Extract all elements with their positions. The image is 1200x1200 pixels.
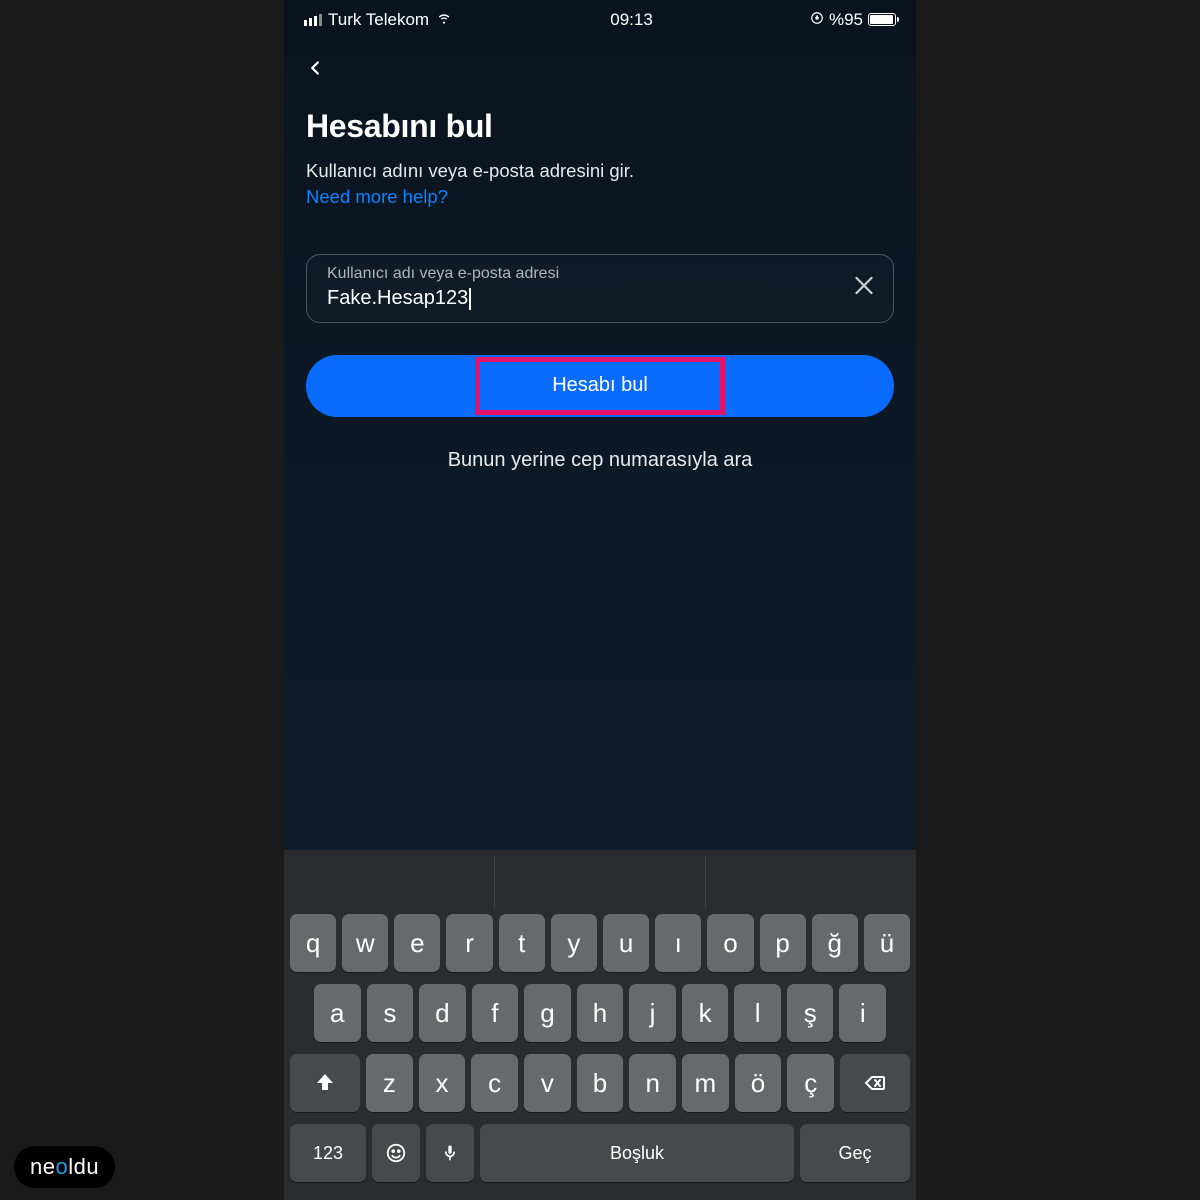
key-t[interactable]: t [499,914,545,972]
clock-label: 09:13 [610,10,653,30]
key-u[interactable]: u [603,914,649,972]
key-n[interactable]: n [629,1054,676,1112]
wifi-icon [435,8,453,31]
key-g[interactable]: g [524,984,571,1042]
input-value: Fake.Hesap123 [327,287,471,310]
back-button[interactable] [304,66,326,83]
key-l[interactable]: l [734,984,781,1042]
keyboard-suggestions[interactable] [284,856,916,908]
key-ı[interactable]: ı [655,914,701,972]
shift-key[interactable] [290,1054,360,1112]
key-w[interactable]: w [342,914,388,972]
key-r[interactable]: r [446,914,492,972]
key-d[interactable]: d [419,984,466,1042]
page-title: Hesabını bul [306,108,894,145]
status-bar: Turk Telekom 09:13 %95 [284,0,916,35]
find-account-button[interactable]: Hesabı bul [306,355,894,417]
carrier-label: Turk Telekom [328,10,429,30]
key-b[interactable]: b [577,1054,624,1112]
key-e[interactable]: e [394,914,440,972]
return-key[interactable]: Geç [800,1124,910,1182]
backspace-key[interactable] [840,1054,910,1112]
find-account-button-label: Hesabı bul [552,374,648,397]
onscreen-keyboard: qwertyuıopğü asdfghjklşi zxcvbnmöç 123 B… [284,850,916,1200]
rotation-lock-icon [810,10,824,30]
key-y[interactable]: y [551,914,597,972]
clear-input-button[interactable] [851,273,877,304]
username-email-field[interactable]: Kullanıcı adı veya e-posta adresi Fake.H… [306,254,894,323]
help-link[interactable]: Need more help? [306,186,448,208]
key-h[interactable]: h [577,984,624,1042]
battery-percent-label: %95 [829,10,863,30]
key-ç[interactable]: ç [787,1054,834,1112]
key-m[interactable]: m [682,1054,729,1112]
key-s[interactable]: s [367,984,414,1042]
emoji-key[interactable] [372,1124,420,1182]
signal-icon [304,14,322,26]
key-ö[interactable]: ö [735,1054,782,1112]
key-z[interactable]: z [366,1054,413,1112]
key-ş[interactable]: ş [787,984,834,1042]
key-ü[interactable]: ü [864,914,910,972]
key-i[interactable]: i [839,984,886,1042]
key-x[interactable]: x [419,1054,466,1112]
input-label: Kullanıcı adı veya e-posta adresi [327,265,837,283]
key-j[interactable]: j [629,984,676,1042]
key-f[interactable]: f [472,984,519,1042]
key-ğ[interactable]: ğ [812,914,858,972]
page-subtitle: Kullanıcı adını veya e-posta adresini gi… [306,159,894,184]
mic-key[interactable] [426,1124,474,1182]
key-v[interactable]: v [524,1054,571,1112]
battery-icon [868,13,896,26]
key-q[interactable]: q [290,914,336,972]
key-c[interactable]: c [471,1054,518,1112]
key-p[interactable]: p [760,914,806,972]
phone-screen: Turk Telekom 09:13 %95 Hesabını bul Kull… [284,0,916,1200]
watermark-logo: neoldu [14,1146,115,1188]
numbers-key[interactable]: 123 [290,1124,366,1182]
space-key[interactable]: Boşluk [480,1124,794,1182]
key-o[interactable]: o [707,914,753,972]
key-a[interactable]: a [314,984,361,1042]
search-by-phone-link[interactable]: Bunun yerine cep numarasıyla ara [306,449,894,472]
key-k[interactable]: k [682,984,729,1042]
